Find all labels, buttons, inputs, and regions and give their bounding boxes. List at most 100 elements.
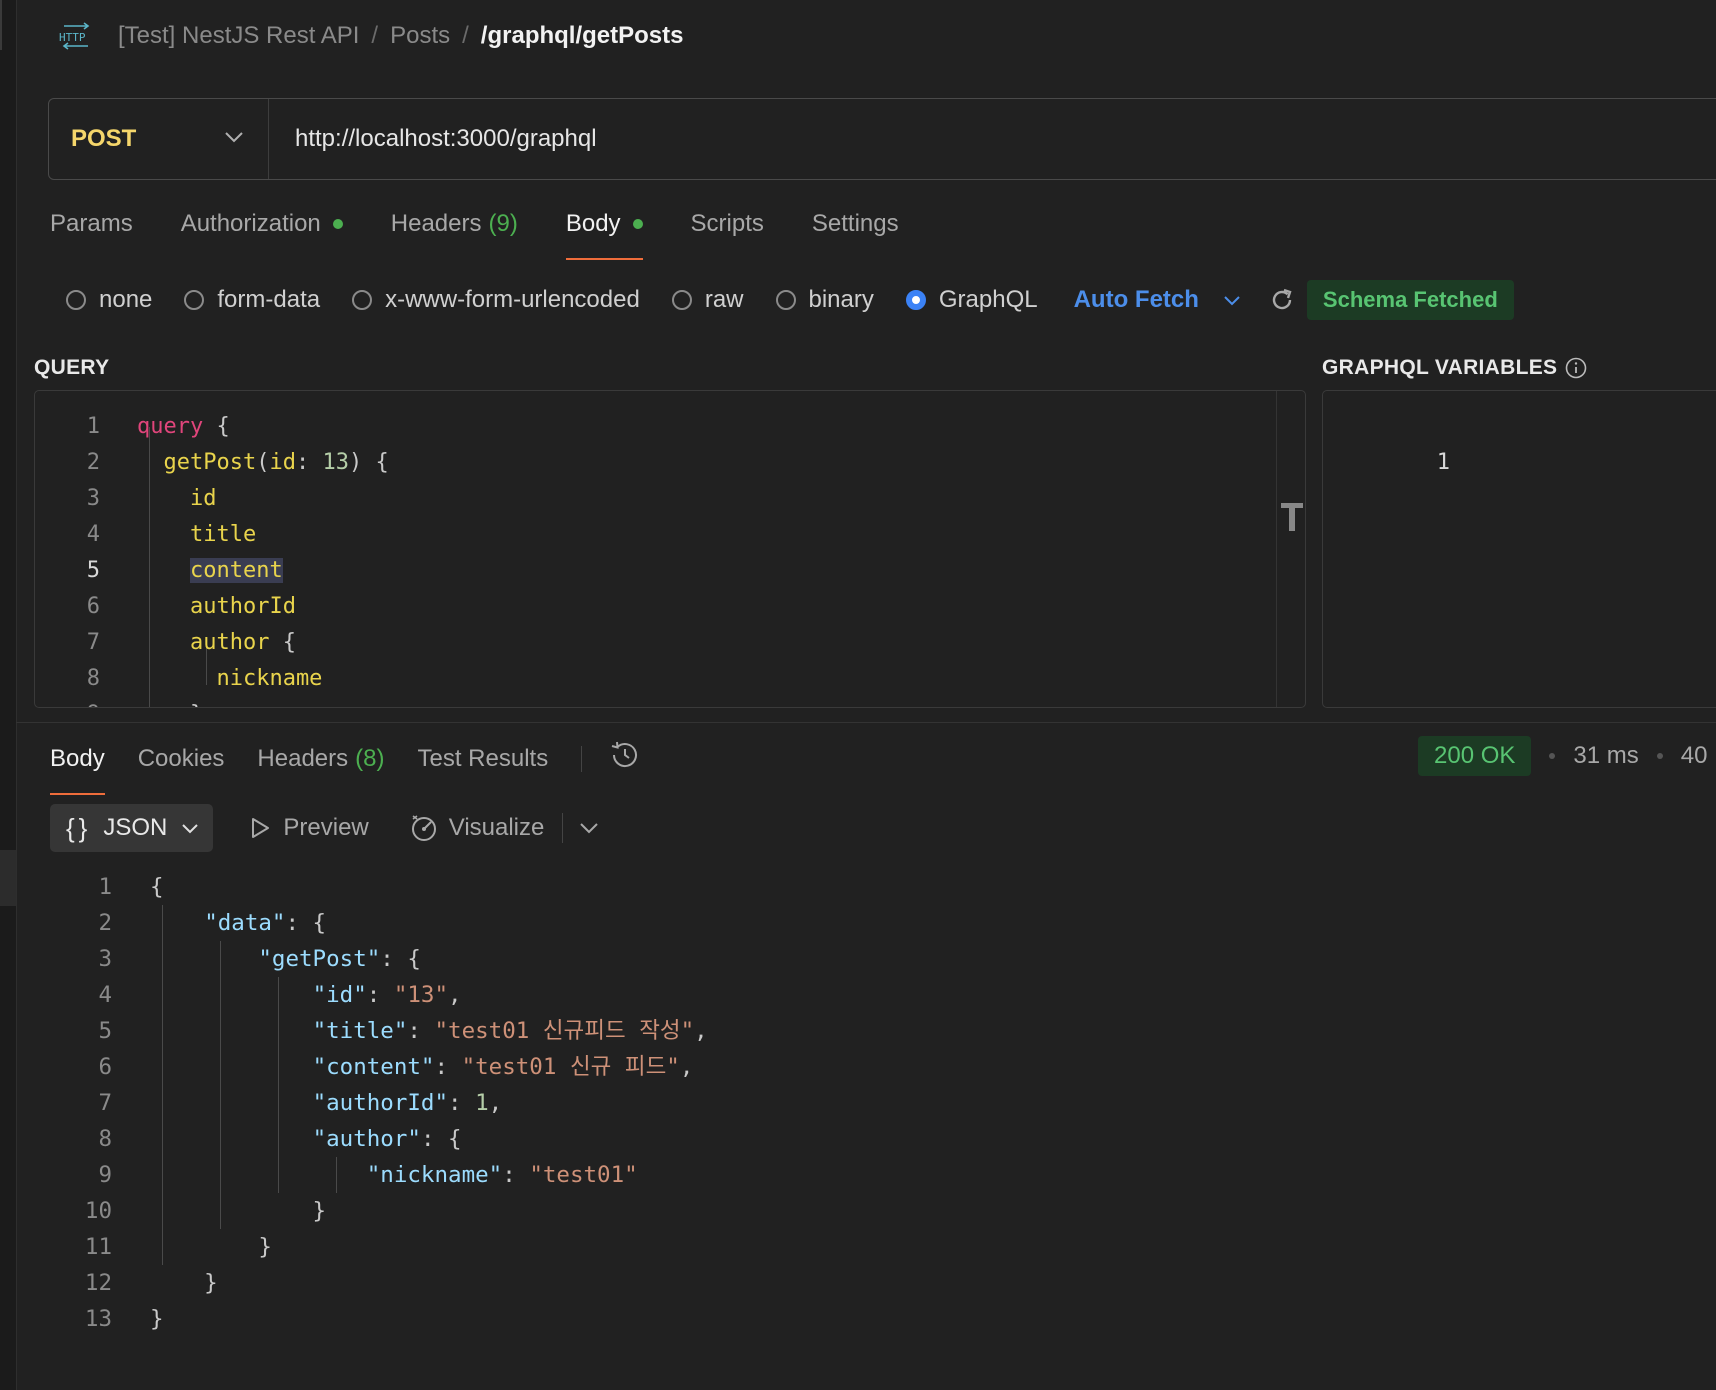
tab-headers[interactable]: Headers (9) (391, 210, 518, 260)
tab-params[interactable]: Params (50, 210, 133, 260)
code-token: "test01 신규 피드" (461, 1054, 680, 1080)
code-token: 13 (322, 450, 349, 475)
tab-label: Test Results (417, 744, 549, 772)
response-view-toolbar: {} JSON Preview Visualize (50, 804, 599, 852)
info-icon[interactable] (1565, 357, 1587, 379)
variables-label: GRAPHQL VARIABLES (1322, 356, 1558, 379)
variables-editor[interactable]: 1 (1322, 390, 1716, 708)
code-text: "authorId": 1, (150, 1085, 503, 1121)
code-token: : (448, 1090, 476, 1116)
pane-divider[interactable] (16, 722, 1716, 723)
tab-response-headers[interactable]: Headers (8) (257, 745, 384, 795)
body-type-raw[interactable]: raw (671, 286, 744, 314)
code-token: : (366, 982, 394, 1008)
line-number: 8 (86, 666, 100, 691)
code-token: } (150, 1198, 327, 1224)
code-token: } (150, 1306, 164, 1332)
chevron-down-icon[interactable] (579, 822, 599, 834)
radio-label: none (99, 286, 153, 313)
status-code-badge[interactable]: 200 OK (1418, 736, 1532, 776)
body-type-binary[interactable]: binary (775, 286, 874, 314)
status-separator (1549, 753, 1556, 759)
line-number: 4 (98, 982, 112, 1008)
code-text: author { (137, 625, 296, 661)
url-bar: POST http://localhost:3000/graphql (48, 98, 1716, 180)
radio-label: raw (704, 286, 744, 313)
response-status: 200 OK 31 ms 40 (1418, 736, 1707, 776)
code-token: } (150, 1234, 272, 1260)
preview-button[interactable]: Preview (249, 814, 369, 842)
code-text: query { (137, 409, 230, 445)
query-scrollbar[interactable] (1276, 391, 1305, 707)
response-body-viewer[interactable]: 1{2 "data": {3 "getPost": {4 "id": "13",… (0, 869, 1716, 1369)
code-line: 6 "content": "test01 신규 피드", (0, 1049, 1716, 1085)
line-number: 5 (98, 1018, 112, 1044)
method-select[interactable]: POST (49, 99, 269, 179)
code-text: } (137, 697, 203, 707)
body-type-none[interactable]: none (66, 286, 152, 314)
code-line: 9 "nickname": "test01" (0, 1157, 1716, 1193)
code-line: 1 (1323, 409, 1450, 475)
tab-body[interactable]: Body (565, 210, 643, 260)
tab-settings[interactable]: Settings (812, 210, 899, 260)
code-token: } (150, 1270, 218, 1296)
code-text: title (137, 517, 256, 553)
code-token: ) { (348, 450, 389, 475)
line-number: 9 (35, 697, 100, 707)
chevron-down-icon[interactable] (1223, 295, 1241, 306)
code-token: "data" (204, 910, 286, 936)
tab-cookies[interactable]: Cookies (138, 745, 225, 795)
code-token: : (407, 1018, 435, 1044)
format-select[interactable]: {} JSON (50, 804, 214, 852)
tab-count: (8) (355, 744, 385, 772)
tab-label: Cookies (137, 744, 225, 772)
url-input[interactable]: http://localhost:3000/graphql (269, 125, 597, 153)
radio-button[interactable] (184, 290, 205, 310)
chevron-down-icon (224, 130, 244, 148)
radio-button[interactable] (352, 290, 373, 310)
code-token: { (150, 874, 164, 900)
tab-scripts[interactable]: Scripts (691, 210, 764, 260)
code-line: 5 content (35, 553, 1305, 589)
body-type-graphql[interactable]: GraphQL (905, 286, 1038, 314)
visualize-button[interactable]: Visualize (409, 813, 544, 843)
breadcrumb-folder[interactable]: Posts (390, 22, 450, 50)
request-name[interactable]: /graphql/getPosts (481, 22, 684, 50)
strip-marker (0, 0, 2, 50)
refresh-icon[interactable] (1269, 287, 1295, 313)
radio-button[interactable] (775, 290, 796, 310)
code-token: ( (256, 450, 270, 475)
query-editor[interactable]: 1 query {2 getPost(id: 13) {3 id 4 title 5 … (34, 390, 1306, 708)
tab-authorization[interactable]: Authorization (181, 210, 343, 260)
code-text: nickname (137, 661, 322, 697)
code-line: 7 author { (35, 625, 1305, 661)
line-number: 9 (98, 1162, 112, 1188)
svg-text:HTTP: HTTP (59, 31, 86, 44)
body-type-form-data[interactable]: form-data (184, 286, 320, 314)
line-number: 7 (98, 1090, 112, 1116)
response-size[interactable]: 40 (1681, 742, 1708, 770)
body-type-urlencoded[interactable]: x-www-form-urlencoded (352, 286, 640, 314)
breadcrumb-collection[interactable]: [Test] NestJS Rest API (118, 22, 359, 50)
radio-button[interactable] (66, 290, 86, 310)
http-icon: HTTP (58, 21, 94, 51)
radio-button-selected[interactable] (905, 290, 926, 310)
code-line: 4 title (35, 517, 1305, 553)
request-tabs: Params Authorization Headers (9) Body Scr… (50, 210, 947, 260)
auto-fetch-dropdown[interactable]: Auto Fetch (1074, 286, 1199, 314)
tab-response-body[interactable]: Body (50, 745, 105, 795)
method-label: POST (71, 125, 137, 152)
code-line: 13} (0, 1301, 1716, 1337)
code-text: "getPost": { (150, 941, 421, 977)
radio-button[interactable] (671, 290, 692, 310)
tab-test-results[interactable]: Test Results (417, 745, 548, 795)
code-text: getPost(id: 13) { (137, 445, 389, 481)
history-icon[interactable] (608, 740, 640, 777)
code-line: 3 id (35, 481, 1305, 517)
radio-label: form-data (217, 286, 321, 313)
code-line: 11 } (0, 1229, 1716, 1265)
code-token: 1 (475, 1090, 489, 1116)
response-time[interactable]: 31 ms (1573, 742, 1638, 770)
